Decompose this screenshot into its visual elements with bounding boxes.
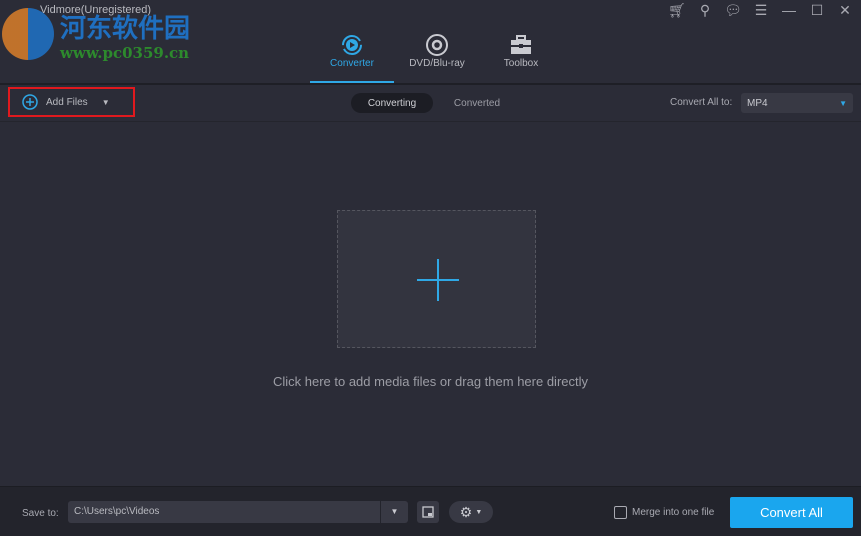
path-dropdown-button[interactable]: ▼: [381, 501, 408, 523]
menu-icon[interactable]: ☰: [753, 2, 769, 18]
tab-label: Toolbox: [503, 58, 539, 69]
window-controls: 🛒︎ ⚲ 💬︎ ☰ — ☐ ✕: [668, 2, 853, 19]
tab-label: DVD/Blu-ray: [409, 58, 465, 69]
format-value: MP4: [747, 97, 768, 109]
feedback-icon[interactable]: 💬︎: [724, 2, 742, 18]
merge-checkbox[interactable]: [614, 506, 627, 519]
converter-icon: [312, 32, 392, 58]
tab-label: Converter: [330, 58, 374, 69]
toolbox-icon: [481, 32, 561, 58]
watermark-url: www.pc0359.cn: [60, 44, 190, 62]
close-icon[interactable]: ✕: [837, 2, 853, 18]
chevron-down-icon[interactable]: ▼: [102, 98, 110, 107]
convert-all-button[interactable]: Convert All: [730, 497, 853, 528]
convert-all-to-label: Convert All to:: [670, 97, 733, 108]
disc-icon: [397, 32, 477, 58]
maximize-icon[interactable]: ☐: [809, 2, 825, 18]
segment-converted[interactable]: Converted: [437, 93, 517, 113]
merge-label: Merge into one file: [632, 507, 715, 518]
tab-toolbox[interactable]: Toolbox: [481, 32, 561, 69]
tab-dvd-bluray[interactable]: DVD/Blu-ray: [397, 32, 477, 69]
dropzone-hint[interactable]: Click here to add media files or drag th…: [0, 374, 861, 389]
cart-icon[interactable]: 🛒︎: [668, 2, 686, 18]
format-select[interactable]: MP4 ▼: [741, 93, 853, 113]
plus-icon: [417, 259, 459, 301]
settings-button[interactable]: ⚙ ▼: [449, 501, 493, 523]
key-icon[interactable]: ⚲: [697, 2, 713, 18]
save-path-input[interactable]: C:\Users\pc\Videos: [68, 501, 380, 523]
add-circle-icon: [22, 94, 38, 110]
folder-icon: [422, 506, 434, 518]
open-folder-button[interactable]: [417, 501, 439, 523]
chevron-down-icon: ▼: [475, 508, 483, 516]
add-files-label: Add Files: [46, 96, 88, 108]
chevron-down-icon: ▼: [839, 98, 847, 108]
tab-converter[interactable]: Converter: [310, 32, 394, 83]
add-files-button[interactable]: Add Files ▼: [8, 87, 135, 117]
gear-icon: ⚙: [459, 503, 473, 520]
segment-converting[interactable]: Converting: [351, 93, 433, 113]
minimize-icon[interactable]: —: [781, 2, 797, 18]
add-media-dropzone[interactable]: [337, 210, 536, 348]
chevron-down-icon: ▼: [390, 507, 399, 516]
save-to-label: Save to:: [22, 508, 59, 519]
watermark-text: 河东软件园: [60, 14, 191, 44]
